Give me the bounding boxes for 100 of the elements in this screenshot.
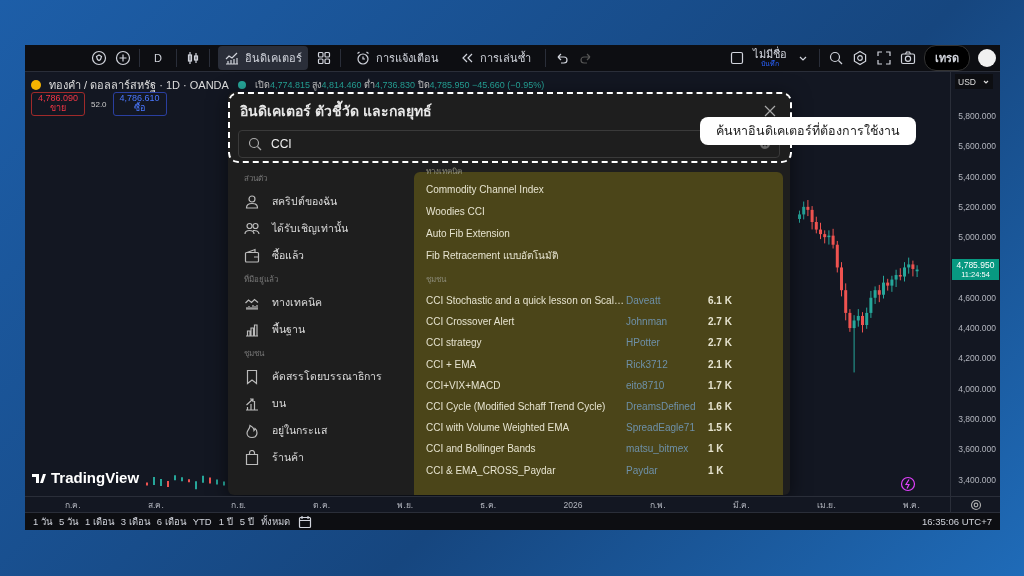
boost-count: 1 K [708, 464, 725, 476]
range-button[interactable]: 6 เดือน [156, 514, 186, 529]
alarm-clock-icon [354, 50, 371, 66]
script-name[interactable]: CCI + EMA [426, 358, 626, 370]
boost-count: 2.1 K [708, 358, 733, 370]
price-label: 5,200.000 [958, 201, 996, 212]
price-label: 4,200.000 [958, 353, 996, 364]
price-label: 5,400.000 [958, 171, 996, 182]
currency-dropdown[interactable]: USD [955, 74, 993, 89]
close-icon[interactable] [762, 103, 778, 119]
script-name[interactable]: CCI with Volume Weighted EMA [426, 422, 626, 434]
range-button[interactable]: ทั้งหมด [260, 514, 290, 529]
sidebar-item[interactable]: อยู่ในกระแส [244, 417, 404, 444]
users-icon [244, 220, 260, 237]
square-icon[interactable] [729, 50, 745, 66]
range-button[interactable]: 5 วัน [58, 514, 78, 529]
ohlc-values: เปิด4,774.815 สูง4,814.460 ต่ำ4,736.830 ปิด4,785.950 −45.660 (−0.95%) [254, 78, 545, 92]
boost-count: 6.1 K [708, 295, 733, 307]
script-name[interactable]: CCI Cycle (Modified Schaff Trend Cycle) [426, 401, 626, 413]
sidebar-item[interactable]: บน [244, 390, 404, 417]
boost-count: 1.6 K [708, 401, 733, 413]
script-name[interactable]: CCI & EMA_CROSS_Paydar [426, 464, 626, 476]
sidebar-item[interactable]: ซื้อแล้ว [244, 242, 404, 269]
buy-button[interactable]: 4,786.610 ซื้อ [112, 92, 167, 116]
price-label: 5,600.000 [958, 141, 996, 152]
sidebar-item[interactable]: ได้รับเชิญเท่านั้น [244, 215, 404, 242]
wallet-icon [244, 247, 260, 264]
status-dot-icon [236, 80, 247, 90]
add-icon[interactable] [115, 50, 131, 66]
indicator-item[interactable]: Fib Retracement แบบอัตโนมัติ [426, 244, 771, 266]
callout-tooltip: ค้นหาอินดิเคเตอร์ที่ต้องการใช้งาน [700, 117, 916, 145]
script-name[interactable]: CCI Crossover Alert [426, 316, 626, 328]
price-label: 3,800.000 [958, 413, 996, 424]
sell-button[interactable]: 4,786.090 ขาย [31, 92, 85, 116]
replay-button[interactable]: การเล่นซ้ำ [452, 46, 537, 70]
avatar[interactable] [978, 49, 996, 67]
indicator-item[interactable]: Commodity Channel Index [426, 178, 771, 200]
range-button[interactable]: 1 เดือน [84, 514, 114, 529]
price-label: 3,400.000 [958, 474, 996, 485]
range-button[interactable]: 3 เดือน [120, 514, 150, 529]
range-button[interactable]: 5 ปี [239, 514, 254, 529]
boost-count: 1.7 K [708, 379, 733, 391]
time-label: ก.ย. [231, 498, 246, 512]
interval-button[interactable]: D [148, 49, 168, 67]
dialog-title: อินดิเคเตอร์ ตัวชี้วัด และกลยุทธ์ [240, 100, 432, 122]
settings-icon[interactable] [852, 50, 868, 66]
price-label: 5,800.000 [958, 110, 996, 121]
sidebar-item[interactable]: พื้นฐาน [244, 316, 404, 343]
alerts-button[interactable]: การแจ้งเตือน [348, 46, 445, 70]
boost-count: 1.5 K [708, 422, 733, 434]
section-heading: ชุมชน [426, 273, 448, 286]
range-button[interactable]: YTD [192, 516, 212, 527]
price-label: 4,600.000 [958, 292, 996, 303]
camera-icon[interactable] [900, 50, 916, 66]
price-label: 4,000.000 [958, 383, 996, 394]
trade-button[interactable]: เทรด [924, 45, 970, 71]
calendar-icon[interactable] [296, 513, 313, 530]
indicator-item[interactable]: Auto Fib Extension [426, 222, 771, 244]
section-heading: ส่วนตัว [244, 172, 268, 185]
script-name[interactable]: CCI+VIX+MACD [426, 379, 626, 391]
range-button[interactable]: 1 ปี [218, 514, 233, 529]
boost-count: 1 K [708, 443, 725, 455]
time-label: ก.ค. [65, 498, 81, 512]
brand-name: TradingView [51, 469, 140, 486]
time-label: พ.ย. [397, 498, 414, 512]
script-name[interactable]: CCI and Bollinger Bands [426, 443, 626, 455]
indicators-button[interactable]: อินดิเคเตอร์ [217, 46, 308, 70]
zoom-search-icon[interactable] [828, 50, 844, 66]
bookmark-icon [244, 368, 260, 385]
indicator-item[interactable]: Woodies CCI [426, 200, 771, 222]
time-label: ธ.ค. [480, 498, 497, 512]
time-label: มี.ค. [732, 498, 750, 512]
sidebar-item[interactable]: สคริปต์ของฉัน [244, 188, 404, 215]
time-label: 2026 [563, 499, 583, 510]
time-label: เม.ย. [817, 498, 836, 512]
bag-icon [244, 449, 260, 466]
coin-icon [31, 80, 41, 90]
settings-icon[interactable] [969, 498, 982, 511]
price-label: 5,000.000 [958, 232, 996, 243]
price-label: 3,600.000 [958, 444, 996, 455]
grid-icon[interactable] [315, 50, 332, 66]
section-heading: ที่มีอยู่แล้ว [244, 273, 279, 287]
script-name[interactable]: CCI Stochastic and a quick lesson on Scal… [426, 295, 626, 307]
fullscreen-icon[interactable] [876, 50, 892, 66]
section-heading: ชุมชน [244, 347, 266, 360]
user-icon [244, 193, 260, 210]
time-label: พ.ค. [903, 498, 920, 512]
symbol-title[interactable]: ทองคำ / ดอลลาร์สหรัฐ · 1D · OANDA [49, 76, 229, 94]
shield-icon[interactable] [91, 50, 107, 66]
chart-line-icon [223, 50, 240, 66]
lightning-icon[interactable] [900, 476, 916, 492]
sidebar-item[interactable]: ทางเทคนิค [244, 289, 404, 316]
sidebar-item[interactable]: คัดสรรโดยบรรณาธิการ [244, 363, 404, 390]
boost-count: 2.7 K [708, 316, 733, 328]
range-button[interactable]: 1 วัน [33, 514, 52, 529]
top-icon [244, 395, 260, 412]
script-name[interactable]: CCI strategy [426, 337, 626, 349]
clock-label: 16:35:06 UTC+7 [922, 516, 992, 527]
sidebar-item[interactable]: ร้านค้า [244, 444, 404, 471]
time-label: ก.พ. [649, 498, 666, 512]
